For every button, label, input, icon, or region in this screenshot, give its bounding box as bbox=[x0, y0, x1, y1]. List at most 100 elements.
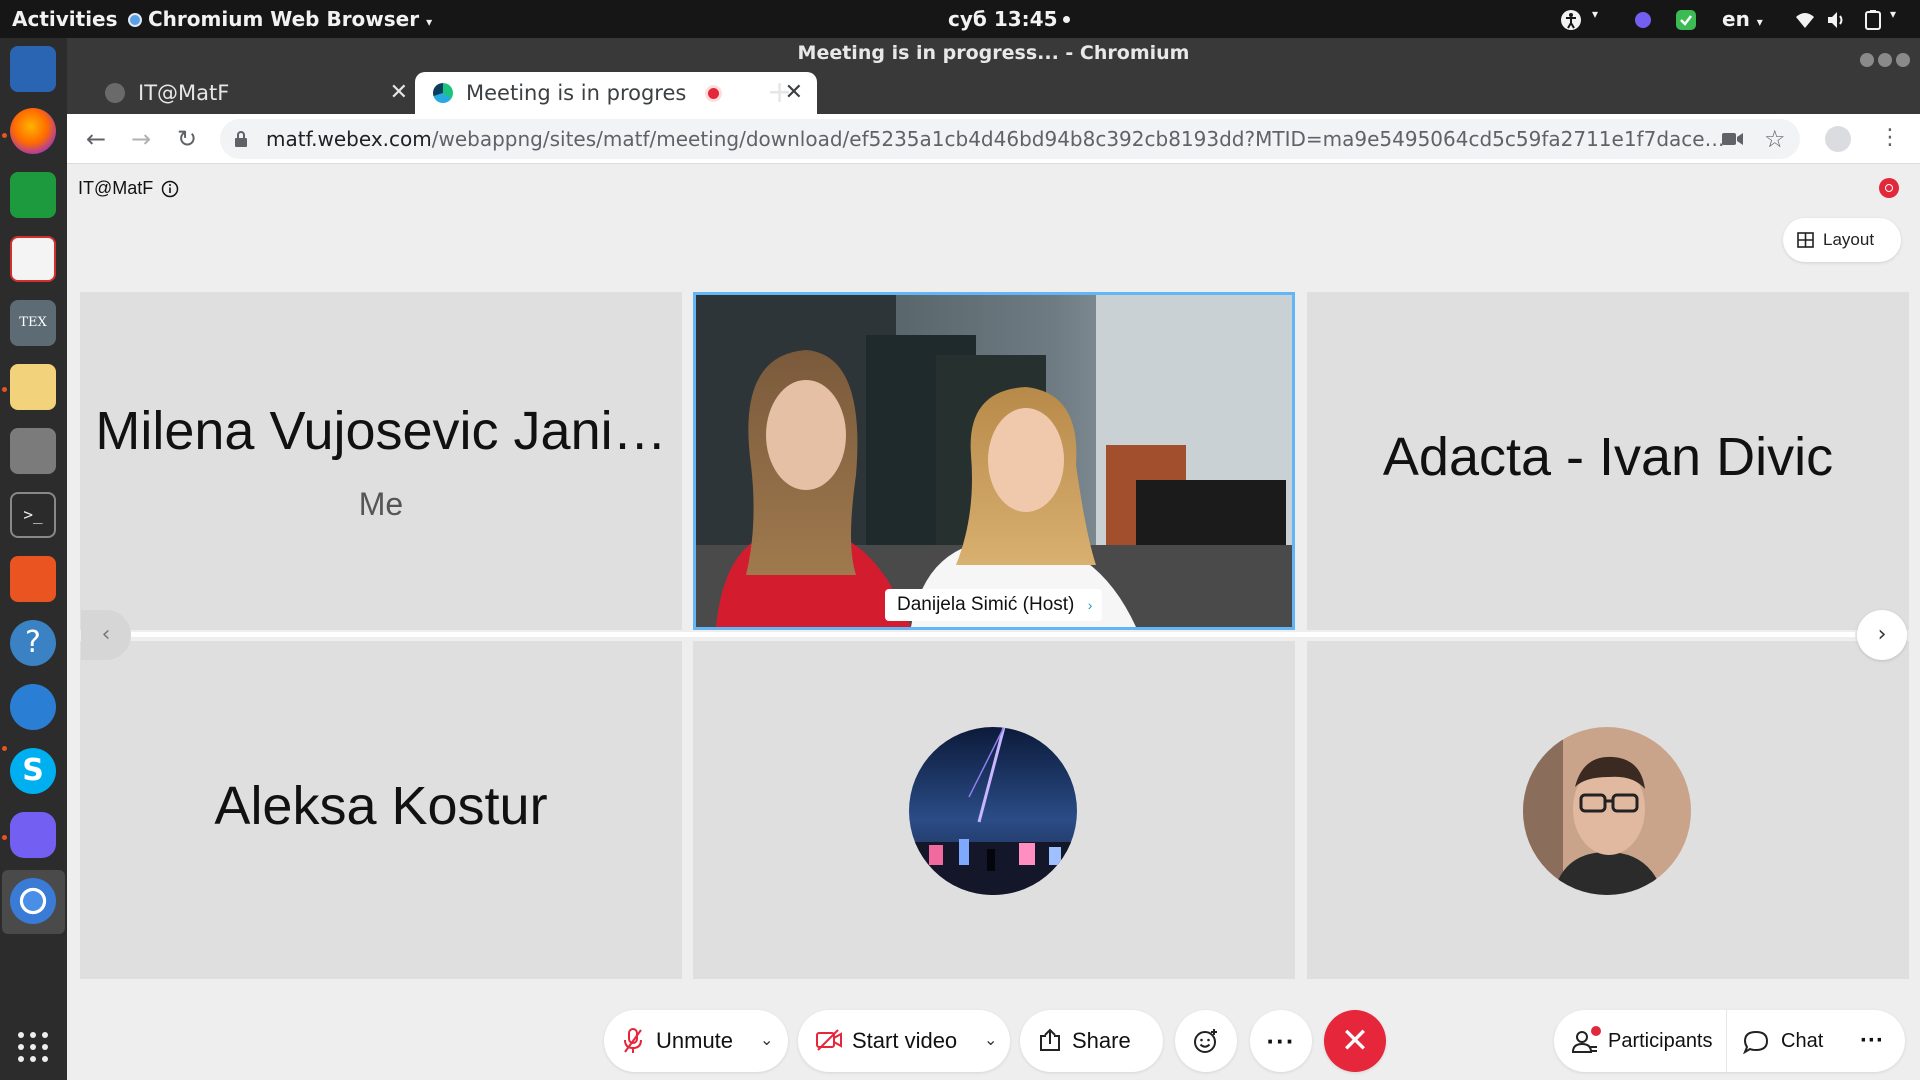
language-label: en bbox=[1722, 7, 1750, 31]
writer-icon[interactable] bbox=[10, 46, 56, 92]
chevron-right-icon: › bbox=[1877, 622, 1887, 647]
show-applications-icon[interactable] bbox=[16, 1030, 50, 1064]
terminal-icon[interactable]: >_ bbox=[10, 492, 56, 538]
viber-tray-icon[interactable] bbox=[1632, 9, 1654, 31]
profile-avatar-icon[interactable] bbox=[1825, 126, 1851, 152]
skype-icon[interactable]: S bbox=[10, 748, 56, 794]
language-indicator[interactable]: en ▾ bbox=[1722, 7, 1763, 31]
meeting-view: IT@MatF Layout Milena Vujosevic Jani… Me bbox=[67, 164, 1920, 1080]
participant-video-feed bbox=[696, 295, 1292, 627]
chevron-left-icon: ‹ bbox=[101, 622, 111, 647]
chat-button[interactable]: Chat bbox=[1726, 1010, 1836, 1072]
window-title: Meeting is in progress... - Chromium bbox=[797, 42, 1190, 64]
reload-button[interactable]: ↻ bbox=[173, 125, 201, 153]
clock[interactable]: суб 13:45 bbox=[948, 7, 1071, 31]
tab-label: Meeting is in progres bbox=[466, 81, 687, 105]
forward-button[interactable]: → bbox=[127, 125, 155, 153]
dock: TEX >_ ? S bbox=[0, 38, 67, 1080]
webex-icon bbox=[433, 83, 453, 103]
participant-avatar bbox=[1523, 727, 1691, 895]
info-icon[interactable] bbox=[161, 180, 179, 198]
running-indicator bbox=[2, 835, 7, 840]
tab-label: IT@MatF bbox=[138, 81, 230, 105]
notification-dot bbox=[1591, 1026, 1601, 1036]
recording-tab-icon bbox=[705, 85, 722, 102]
reactions-button[interactable] bbox=[1175, 1010, 1237, 1072]
activities-button[interactable]: Activities bbox=[12, 7, 118, 31]
window-title-bar: Meeting is in progress... - Chromium bbox=[67, 38, 1920, 68]
more-options-button[interactable]: ··· bbox=[1250, 1010, 1312, 1072]
help-icon[interactable]: ? bbox=[10, 620, 56, 666]
participant-name-tag[interactable]: Danijela Simić (Host) › bbox=[885, 589, 1103, 621]
viber-icon[interactable] bbox=[10, 812, 56, 858]
panel-more-button[interactable]: ··· bbox=[1844, 1010, 1900, 1072]
back-button[interactable]: ← bbox=[82, 125, 110, 153]
url-text: matf.webex.com/webappng/sites/matf/meeti… bbox=[266, 119, 1736, 159]
meeting-name: IT@MatF bbox=[78, 178, 154, 198]
close-tab-icon[interactable]: ✕ bbox=[390, 72, 408, 114]
browser-toolbar: ← → ↻ matf.webex.com/webappng/sites/matf… bbox=[67, 114, 1920, 164]
texmaker-icon[interactable]: TEX bbox=[10, 300, 56, 346]
new-tab-button[interactable]: + bbox=[767, 72, 792, 114]
chevron-right-icon: › bbox=[1087, 597, 1093, 613]
next-page-button[interactable]: › bbox=[1857, 610, 1907, 660]
camera-in-use-icon[interactable] bbox=[1722, 131, 1744, 147]
active-speaker-video-tile[interactable]: Danijela Simić (Host) › bbox=[693, 292, 1295, 630]
shield-check-icon[interactable] bbox=[1675, 9, 1697, 31]
unmute-button[interactable]: Unmute ⌄ bbox=[604, 1010, 788, 1072]
start-video-button[interactable]: Start video ⌄ bbox=[798, 1010, 1010, 1072]
participant-tile[interactable]: Aleksa Kostur bbox=[80, 641, 682, 979]
participant-tile[interactable]: Adacta - Ivan Divic bbox=[1307, 292, 1909, 630]
microphone-muted-icon bbox=[624, 1028, 642, 1053]
leave-meeting-button[interactable]: ✕ bbox=[1324, 1010, 1386, 1072]
thunderbird-icon[interactable] bbox=[10, 684, 56, 730]
calc-icon[interactable] bbox=[10, 172, 56, 218]
participant-tile[interactable]: Milena Vujosevic Jani… Me bbox=[80, 292, 682, 630]
lock-icon[interactable] bbox=[234, 131, 248, 147]
chevron-down-icon[interactable]: ⌄ bbox=[760, 1010, 773, 1072]
unmute-label: Unmute bbox=[656, 1028, 734, 1053]
files-icon[interactable] bbox=[10, 428, 56, 474]
participant-tile[interactable] bbox=[1307, 641, 1909, 979]
notification-dot-icon bbox=[1063, 16, 1071, 23]
chevron-down-icon[interactable]: ⌄ bbox=[984, 1010, 997, 1072]
running-indicator bbox=[2, 133, 7, 138]
browser-menu-icon[interactable]: ⋮ bbox=[1879, 124, 1901, 152]
participant-name: Aleksa Kostur bbox=[214, 776, 548, 836]
chevron-down-icon: ▾ bbox=[1756, 15, 1763, 29]
recording-indicator[interactable] bbox=[1879, 178, 1899, 198]
participant-name: Adacta - Ivan Divic bbox=[1382, 427, 1834, 487]
volume-icon[interactable] bbox=[1826, 9, 1848, 31]
pager-track bbox=[131, 632, 1855, 637]
wifi-icon[interactable] bbox=[1794, 9, 1816, 31]
battery-icon[interactable] bbox=[1862, 9, 1884, 31]
close-icon: ✕ bbox=[1340, 1022, 1370, 1060]
previous-page-button[interactable]: ‹ bbox=[81, 610, 131, 660]
chromium-dock-icon[interactable] bbox=[10, 878, 56, 924]
text-editor-icon[interactable] bbox=[10, 364, 56, 410]
globe-icon bbox=[105, 83, 125, 103]
address-bar[interactable]: matf.webex.com/webappng/sites/matf/meeti… bbox=[220, 119, 1800, 159]
software-center-icon[interactable] bbox=[10, 556, 56, 602]
participant-tile[interactable] bbox=[693, 641, 1295, 979]
chevron-down-icon: ▾ bbox=[426, 15, 433, 29]
system-top-bar: Activities Chromium Web Browser ▾ суб 13… bbox=[0, 0, 1920, 38]
close-window-icon[interactable] bbox=[1896, 53, 1910, 67]
layout-button[interactable]: Layout bbox=[1783, 218, 1901, 262]
accessibility-icon[interactable] bbox=[1560, 9, 1582, 31]
chat-bubble-icon bbox=[1743, 1030, 1769, 1054]
evince-icon[interactable] bbox=[10, 236, 56, 282]
tab-meeting[interactable]: Meeting is in progres ✕ bbox=[415, 72, 817, 114]
maximize-icon[interactable] bbox=[1878, 53, 1892, 67]
firefox-icon[interactable] bbox=[10, 108, 56, 154]
app-menu-label: Chromium Web Browser bbox=[148, 7, 420, 31]
app-menu[interactable]: Chromium Web Browser ▾ bbox=[128, 7, 432, 31]
participant-name: Milena Vujosevic Jani… bbox=[95, 401, 667, 461]
chat-label: Chat bbox=[1781, 1030, 1824, 1052]
tab-itmatf[interactable]: IT@MatF ✕ bbox=[87, 72, 422, 114]
share-button[interactable]: Share bbox=[1020, 1010, 1163, 1072]
bookmark-star-icon[interactable]: ☆ bbox=[1764, 119, 1786, 159]
participants-button[interactable]: Participants bbox=[1554, 1010, 1726, 1072]
minimize-icon[interactable] bbox=[1860, 53, 1874, 67]
share-screen-icon bbox=[1040, 1028, 1060, 1051]
